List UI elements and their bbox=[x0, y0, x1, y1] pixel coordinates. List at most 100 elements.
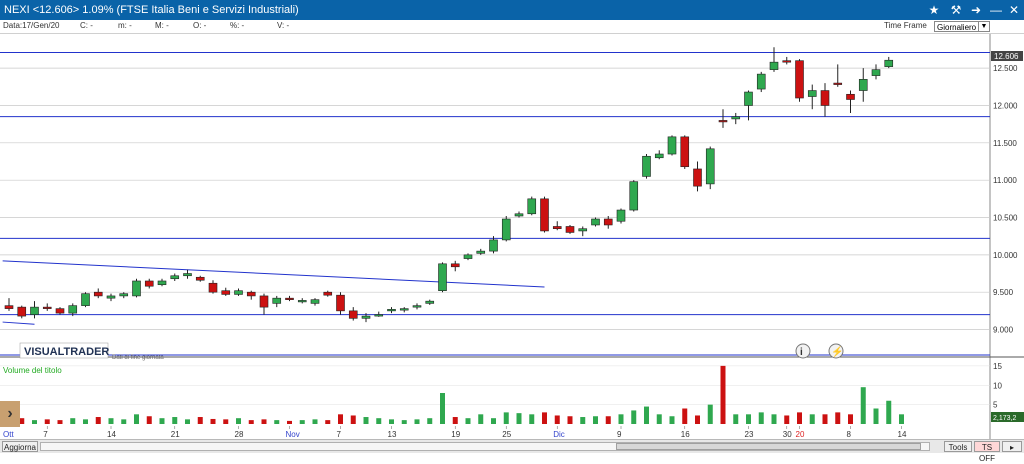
percent-readout: %: - bbox=[230, 21, 245, 30]
candle-body bbox=[846, 93, 855, 100]
candle-body bbox=[195, 276, 205, 281]
pin-icon[interactable]: ➜ bbox=[968, 0, 984, 20]
volume-bar bbox=[159, 418, 165, 424]
price-tick-label: 12.500 bbox=[993, 64, 1018, 73]
candle-body bbox=[387, 309, 396, 312]
volume-bar bbox=[185, 419, 190, 424]
x-axis-label: 28 bbox=[235, 430, 244, 439]
volume-marker: 2,173,2 bbox=[991, 412, 1024, 422]
candle-body bbox=[820, 90, 830, 106]
candle-body bbox=[578, 228, 588, 232]
x-axis-label: 7 bbox=[337, 430, 342, 439]
candle-body bbox=[540, 198, 549, 232]
volume-bar bbox=[325, 420, 331, 424]
candle-body bbox=[463, 254, 473, 259]
volume-title: Volume del titolo bbox=[3, 366, 62, 375]
candle-body bbox=[425, 300, 435, 304]
candle-body bbox=[336, 294, 345, 312]
volume-marker-text: 2,173,2 bbox=[993, 415, 1016, 422]
candle-body bbox=[565, 226, 575, 233]
candle-body bbox=[654, 153, 664, 159]
chevron-right-icon[interactable]: ▸ bbox=[1002, 441, 1022, 452]
price-tick-label: 9.000 bbox=[993, 326, 1014, 335]
candle-body bbox=[718, 120, 728, 123]
price-tick-label: 11.000 bbox=[993, 176, 1017, 185]
volume-bar bbox=[478, 414, 484, 424]
volume-bar bbox=[746, 414, 751, 424]
candle-body bbox=[42, 306, 52, 309]
volume-bar bbox=[338, 414, 343, 424]
candle-body bbox=[833, 82, 843, 85]
volume-bar bbox=[644, 406, 649, 424]
volume-bar bbox=[899, 414, 904, 424]
volume-bar bbox=[554, 415, 560, 424]
volume-bar bbox=[146, 416, 152, 424]
scrollbar-thumb[interactable] bbox=[616, 443, 921, 450]
volume-bar bbox=[70, 418, 76, 424]
price-tick-label: 10.000 bbox=[993, 251, 1018, 260]
volume-bar bbox=[261, 419, 267, 424]
price-tick-label: 9.500 bbox=[993, 288, 1014, 297]
x-axis-label: 21 bbox=[171, 430, 180, 439]
price-marker: 12.606 bbox=[991, 51, 1023, 61]
candle-body bbox=[30, 306, 39, 315]
volume-bar bbox=[605, 416, 611, 424]
candle-body bbox=[489, 239, 498, 252]
minimize-icon[interactable]: — bbox=[988, 0, 1004, 20]
chart-area[interactable]: 12.500 12.000 11.500 11.000 10.500 10.000 9.50… bbox=[0, 34, 1024, 439]
candle-body bbox=[680, 136, 690, 168]
candle-body bbox=[871, 69, 881, 76]
x-axis-label: 14 bbox=[107, 430, 116, 439]
hammer-icon[interactable]: ⚒ bbox=[948, 0, 964, 20]
candle-body bbox=[183, 273, 192, 277]
x-axis-label: 14 bbox=[898, 430, 907, 439]
tools-button[interactable]: Tools bbox=[944, 441, 972, 452]
volume-bar bbox=[758, 412, 764, 424]
candle-body bbox=[93, 291, 103, 297]
volume-bar bbox=[516, 413, 522, 424]
volume-tick-label: 10 bbox=[993, 381, 1002, 390]
volume-bar bbox=[134, 414, 139, 424]
lightning-icon[interactable]: ⚡ bbox=[828, 343, 844, 359]
volume-bar bbox=[312, 419, 318, 424]
volume-bar bbox=[656, 414, 662, 424]
volume-bar bbox=[465, 418, 471, 424]
ts-off-button[interactable]: TS OFF bbox=[974, 441, 1000, 463]
info-icon[interactable]: i bbox=[795, 343, 811, 359]
volume-bar bbox=[682, 408, 688, 424]
candle-body bbox=[106, 295, 116, 299]
open-readout: O: - bbox=[193, 21, 207, 30]
candle-body bbox=[552, 226, 562, 230]
candle-body bbox=[616, 209, 626, 222]
candle-body bbox=[731, 116, 741, 120]
candle-body bbox=[782, 60, 792, 63]
star-icon[interactable]: ★ bbox=[926, 0, 942, 20]
candle-body bbox=[629, 181, 639, 211]
candle-body bbox=[399, 308, 409, 311]
candle-body bbox=[208, 282, 218, 293]
candle-body bbox=[501, 218, 511, 241]
timeframe-select[interactable]: Giornaliero ▼ bbox=[934, 21, 990, 32]
volume-bar bbox=[299, 420, 305, 424]
bottom-bar: Aggiorna Tools TS OFF ▸ bbox=[0, 439, 1024, 463]
chart-scrollbar[interactable] bbox=[40, 442, 930, 451]
candle-body bbox=[807, 90, 817, 97]
volume-bar bbox=[669, 416, 675, 424]
chevron-down-icon[interactable]: ▼ bbox=[978, 22, 989, 31]
candle-body bbox=[667, 136, 677, 155]
watermark-text: VISUALTRADER bbox=[24, 346, 109, 358]
x-axis-label: 20 bbox=[796, 430, 805, 439]
volume-bar bbox=[860, 387, 866, 424]
candle-body bbox=[246, 291, 256, 297]
volume-tick-label: 5 bbox=[993, 401, 998, 410]
candle-body bbox=[527, 198, 537, 215]
expand-panel-icon[interactable]: › bbox=[0, 401, 20, 427]
candle-body bbox=[476, 250, 486, 254]
candle-body bbox=[438, 263, 447, 291]
aggiorna-button[interactable]: Aggiorna bbox=[2, 441, 38, 452]
candle-body bbox=[642, 155, 651, 177]
candle-body bbox=[170, 275, 180, 280]
candle-body bbox=[144, 280, 154, 287]
volume-bar bbox=[83, 419, 88, 424]
close-icon[interactable]: ✕ bbox=[1006, 0, 1022, 20]
